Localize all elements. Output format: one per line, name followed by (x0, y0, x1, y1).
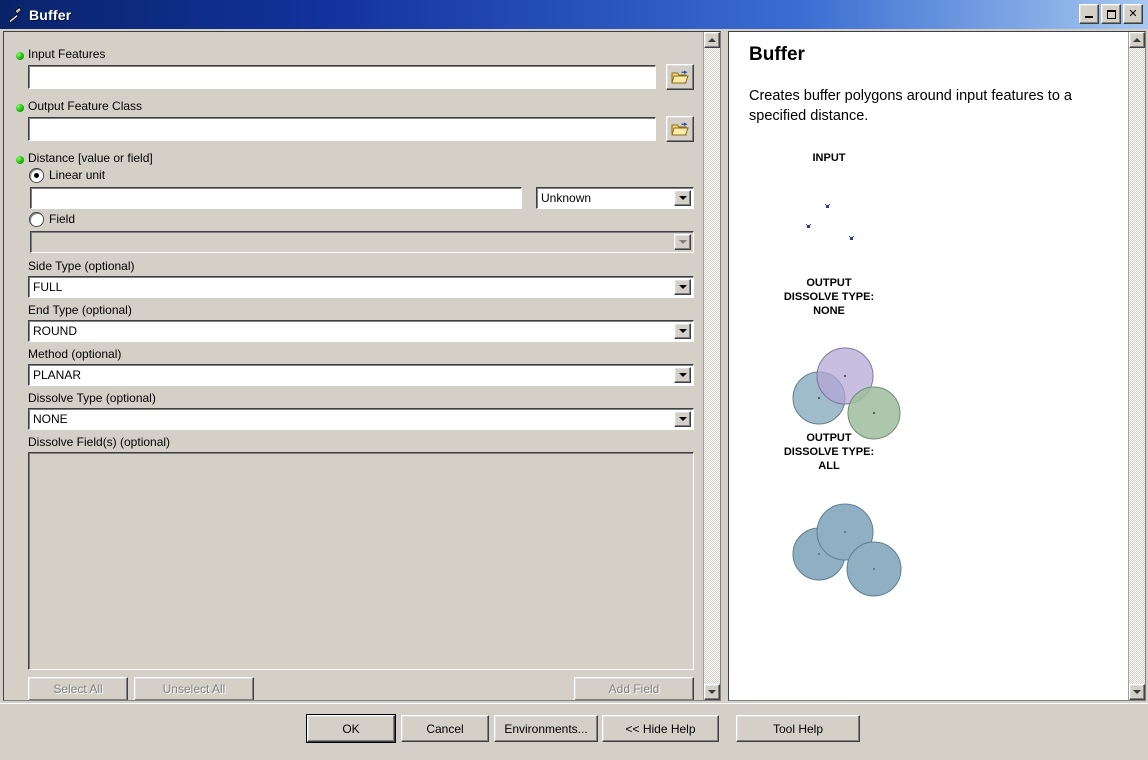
radio-field[interactable]: Field (30, 212, 75, 226)
end-type-dropdown-value: ROUND (33, 324, 77, 338)
input-features-field[interactable] (28, 65, 656, 89)
dissolve-type-dropdown[interactable]: NONE (28, 408, 694, 430)
label-method: Method (optional) (28, 347, 122, 361)
scroll-up-icon[interactable] (704, 32, 720, 48)
add-field-button[interactable]: Add Field (574, 677, 694, 700)
parameters-panel: Input Features Output Feature Class Dist… (3, 31, 721, 701)
dissolve-fields-listbox[interactable] (28, 452, 694, 670)
chevron-down-icon[interactable] (674, 323, 691, 339)
diagram-caption-dissolve-none: OUTPUT DISSOLVE TYPE: NONE (783, 277, 875, 317)
label-output-feature-class: Output Feature Class (28, 99, 143, 113)
maximize-button[interactable] (1101, 4, 1121, 24)
chevron-down-icon[interactable] (674, 367, 691, 383)
hide-help-label: << Hide Help (625, 721, 696, 736)
environments-label: Environments... (504, 721, 588, 736)
hide-help-button[interactable]: << Hide Help (602, 715, 719, 742)
side-type-dropdown-value: FULL (33, 280, 63, 294)
linear-unit-value-field[interactable] (30, 187, 522, 209)
ok-button[interactable]: OK (307, 715, 395, 742)
diagram-buffers-dissolve-none (792, 347, 901, 440)
minimize-button[interactable] (1079, 4, 1099, 24)
close-icon: ✕ (1128, 7, 1138, 20)
label-input-features: Input Features (28, 47, 106, 61)
scroll-down-icon[interactable] (1129, 684, 1145, 700)
side-type-dropdown[interactable]: FULL (28, 276, 694, 298)
method-dropdown-value: PLANAR (33, 368, 82, 382)
tool-help-label: Tool Help (772, 721, 824, 736)
title-bar: Buffer ✕ (0, 0, 1148, 29)
chevron-down-icon[interactable] (674, 234, 691, 250)
close-button[interactable]: ✕ (1123, 4, 1143, 24)
diagram-caption-input: INPUT (812, 152, 846, 164)
required-indicator-distance (16, 156, 24, 164)
parameters-scrollbar[interactable] (703, 32, 720, 700)
cancel-label: Cancel (426, 721, 464, 736)
label-dissolve-type: Dissolve Type (optional) (28, 391, 156, 405)
help-scrollbar[interactable] (1128, 32, 1145, 700)
radio-field-button[interactable] (30, 212, 43, 226)
diagram-input-points (806, 204, 854, 240)
browse-input-features-button[interactable] (666, 64, 694, 90)
hammer-tool-icon (6, 6, 24, 24)
dissolve-type-dropdown-value: NONE (33, 412, 68, 426)
required-indicator-output-feature-class (16, 104, 24, 112)
radio-linear-unit-button[interactable] (30, 168, 43, 182)
environments-button[interactable]: Environments... (494, 715, 598, 742)
dialog-body: Input Features Output Feature Class Dist… (0, 29, 1148, 703)
diagram-caption-dissolve-all: OUTPUT DISSOLVE TYPE: ALL (783, 432, 875, 472)
radio-field-label: Field (49, 212, 76, 226)
add-field-label: Add Field (608, 682, 660, 696)
label-end-type: End Type (optional) (28, 303, 132, 317)
window-title: Buffer (29, 6, 72, 23)
chevron-down-icon[interactable] (674, 190, 691, 206)
tool-help-button[interactable]: Tool Help (736, 715, 860, 742)
label-side-type: Side Type (optional) (28, 259, 135, 273)
unselect-all-button[interactable]: Unselect All (134, 677, 254, 700)
chevron-down-icon[interactable] (674, 279, 691, 295)
chevron-down-icon[interactable] (674, 411, 691, 427)
required-indicator-input-features (16, 52, 24, 60)
scroll-down-icon[interactable] (704, 684, 720, 700)
buffer-tool-dialog: Buffer ✕ Input Features Output Feature C… (0, 0, 1148, 760)
radio-linear-unit-label: Linear unit (49, 168, 106, 182)
radio-linear-unit[interactable]: Linear unit (30, 168, 105, 182)
linear-unit-dropdown-value: Unknown (541, 191, 592, 205)
diagram-buffers-dissolve-all (792, 503, 902, 597)
cancel-button[interactable]: Cancel (401, 715, 489, 742)
browse-output-feature-class-button[interactable] (666, 116, 694, 142)
window-controls: ✕ (1079, 4, 1143, 24)
scroll-up-icon[interactable] (1129, 32, 1145, 48)
end-type-dropdown[interactable]: ROUND (28, 320, 694, 342)
help-panel: Buffer Creates buffer polygons around in… (728, 31, 1146, 701)
select-all-button[interactable]: Select All (28, 677, 128, 700)
linear-unit-dropdown[interactable]: Unknown (536, 187, 694, 209)
help-description: Creates buffer polygons around input fea… (749, 88, 1072, 124)
open-folder-icon (671, 70, 689, 84)
open-folder-icon (671, 122, 689, 136)
unselect-all-label: Unselect All (162, 682, 226, 696)
ok-label: OK (342, 721, 360, 736)
distance-field-dropdown[interactable] (30, 231, 694, 253)
output-feature-class-field[interactable] (28, 117, 656, 141)
dialog-footer: OK Cancel Environments... << Hide Help T… (0, 703, 1148, 760)
label-dissolve-fields: Dissolve Field(s) (optional) (28, 435, 171, 449)
select-all-label: Select All (53, 682, 103, 696)
method-dropdown[interactable]: PLANAR (28, 364, 694, 386)
parameters-list: Input Features Output Feature Class Dist… (4, 32, 704, 700)
help-title: Buffer (749, 44, 805, 65)
label-distance: Distance [value or field] (28, 151, 153, 165)
